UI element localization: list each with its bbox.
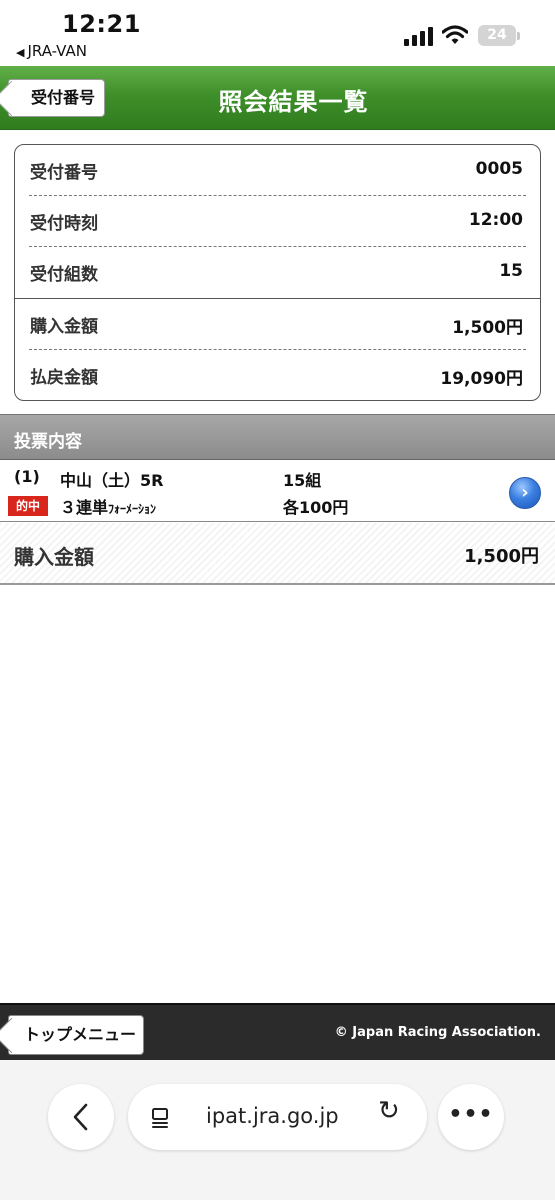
back-triangle-icon: ◀: [16, 46, 25, 59]
page-title: 照会結果一覧: [218, 88, 369, 116]
summary-value: 15: [499, 261, 523, 281]
address-bar[interactable]: ipat.jra.go.jp ↻: [128, 1084, 427, 1150]
summary-label: 払戻金額: [30, 368, 98, 388]
url-text: ipat.jra.go.jp: [206, 1104, 339, 1128]
summary-label: 受付時刻: [30, 214, 98, 234]
reload-icon[interactable]: ↻: [378, 1096, 400, 1126]
status-bar: 12:21 ◀ JRA-VAN 24: [0, 0, 555, 66]
status-time: 12:21: [62, 10, 141, 38]
total-label: 購入金額: [14, 545, 94, 569]
chevron-right-circle-icon[interactable]: ›: [509, 477, 541, 509]
summary-value: 12:00: [468, 210, 523, 230]
chevron-left-icon: [73, 1103, 88, 1131]
total-value: 1,500円: [464, 546, 539, 567]
browser-back-button[interactable]: [48, 1084, 114, 1150]
summary-label: 受付番号: [30, 163, 98, 183]
summary-row-receipt-number: 受付番号 0005: [29, 145, 526, 196]
more-options-button[interactable]: •••: [438, 1084, 504, 1150]
summary-value: 19,090円: [440, 369, 523, 389]
cellular-signal-icon: [404, 26, 436, 46]
summary-box: 受付番号 0005 受付時刻 12:00 受付組数 15 購入金額 1,500円…: [14, 144, 541, 401]
section-header-bet-contents: 投票内容: [0, 414, 555, 460]
summary-label: 購入金額: [30, 317, 98, 337]
bet-combinations: 15組: [283, 471, 322, 490]
tab-overview-icon: [152, 1108, 168, 1128]
bet-unit-amount: 各100円: [283, 498, 349, 517]
page-footer: トップメニュー © Japan Racing Association.: [0, 1003, 555, 1060]
top-menu-button[interactable]: トップメニュー: [8, 1015, 145, 1055]
summary-row-payout-amount: 払戻金額 19,090円: [29, 350, 526, 400]
section-title: 投票内容: [14, 432, 82, 452]
bet-type-suffix: ﾌｫｰﾒｰｼｮﾝ: [108, 502, 157, 516]
battery-icon: 24: [478, 25, 516, 46]
top-menu-label: トップメニュー: [24, 1025, 137, 1044]
wifi-icon: [442, 25, 468, 44]
summary-value: 1,500円: [452, 318, 523, 338]
summary-row-combination-count: 受付組数 15: [29, 247, 526, 298]
back-app-label: JRA-VAN: [27, 42, 87, 60]
back-to-app-link[interactable]: ◀ JRA-VAN: [16, 42, 87, 60]
bet-row[interactable]: (1) 中山（土）5R 的中 ３連単ﾌｫｰﾒｰｼｮﾝ 15組 各100円: [0, 461, 555, 522]
summary-value: 0005: [475, 159, 523, 179]
hit-badge: 的中: [8, 496, 48, 516]
bet-type: ３連単ﾌｫｰﾒｰｼｮﾝ: [60, 494, 156, 518]
total-row: 購入金額 1,500円: [0, 523, 555, 585]
summary-label: 受付組数: [30, 265, 98, 285]
summary-row-purchase-amount: 購入金額 1,500円: [29, 299, 526, 350]
browser-toolbar: ipat.jra.go.jp ↻ •••: [0, 1060, 555, 1200]
more-icon: •••: [448, 1102, 494, 1127]
bet-type-prefix: ３連単: [60, 498, 109, 517]
summary-row-receipt-time: 受付時刻 12:00: [29, 196, 526, 247]
bet-number: (1): [14, 467, 40, 486]
page-header: 受付番号 照会結果一覧: [0, 66, 555, 130]
copyright-text: © Japan Racing Association.: [334, 1025, 541, 1040]
bet-race: 中山（土）5R: [60, 471, 164, 490]
battery-nub: [517, 32, 520, 40]
